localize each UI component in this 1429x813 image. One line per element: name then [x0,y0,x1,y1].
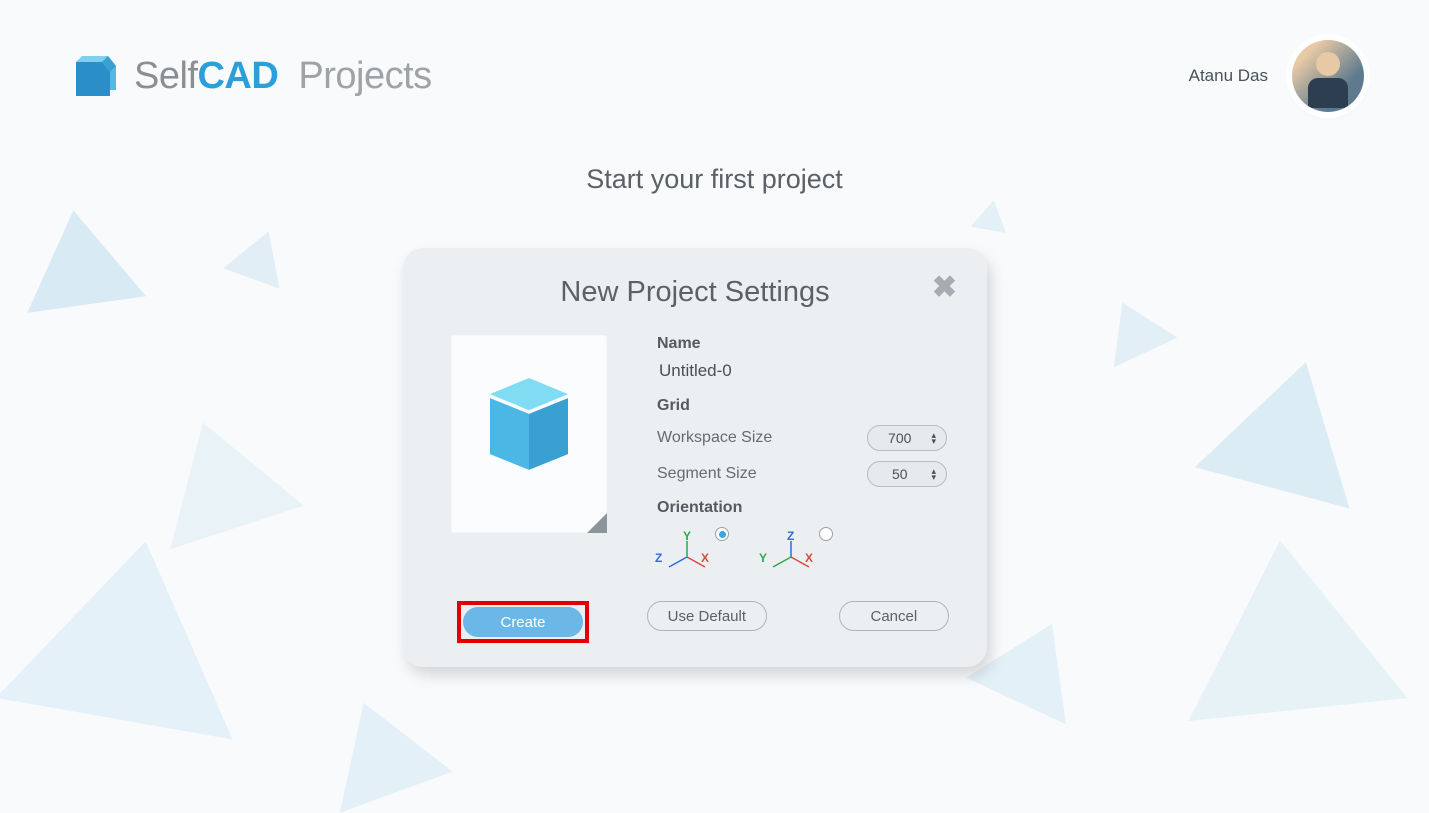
brand: SelfCAD Projects [70,50,432,102]
bg-triangle [0,521,264,740]
brand-self: Self [134,55,197,97]
segment-size-value: 50 [868,466,931,482]
user-name[interactable]: Atanu Das [1189,66,1268,86]
grid-label: Grid [657,397,947,415]
name-section: Name Untitled-0 [657,335,947,381]
bg-triangle [14,202,146,313]
form: Name Untitled-0 Grid Workspace Size 700 … [657,335,947,573]
dialog-body: Name Untitled-0 Grid Workspace Size 700 … [433,335,957,573]
stepper-arrows-icon[interactable]: ▴▾ [931,432,940,444]
dialog-title: New Project Settings [433,276,957,309]
segment-label: Segment Size [657,465,757,483]
radio-selected-icon[interactable] [715,527,729,541]
create-button-highlight: Create [457,601,589,643]
page-subtitle: Start your first project [0,164,1429,195]
workspace-label: Workspace Size [657,429,772,447]
radio-unselected-icon[interactable] [819,527,833,541]
brand-projects: Projects [298,55,431,97]
create-button[interactable]: Create [463,607,583,637]
use-default-button[interactable]: Use Default [647,601,767,631]
orientation-z-up[interactable]: Z Y X [763,531,839,573]
new-project-dialog: ✖ New Project Settings Name Untitled-0 G… [403,248,987,667]
bg-triangle [1195,342,1383,509]
bg-triangle [971,197,1012,233]
cancel-button[interactable]: Cancel [839,601,949,631]
header: SelfCAD Projects Atanu Das [0,0,1429,112]
brand-text: SelfCAD Projects [134,55,432,98]
workspace-size-value: 700 [868,430,931,446]
avatar[interactable] [1292,40,1364,112]
segment-size-input[interactable]: 50 ▴▾ [867,461,947,487]
segment-row: Segment Size 50 ▴▾ [657,461,947,487]
axes-icon: Z Y X [763,533,813,573]
bg-triangle [1171,529,1408,721]
stepper-arrows-icon[interactable]: ▴▾ [931,468,940,480]
workspace-row: Workspace Size 700 ▴▾ [657,425,947,451]
orientation-label: Orientation [657,499,947,517]
project-thumbnail [451,335,607,533]
brand-cad: CAD [197,55,278,97]
bg-triangle [1091,288,1178,367]
workspace-size-input[interactable]: 700 ▴▾ [867,425,947,451]
orientation-options: Y Z X Z Y X [657,531,947,573]
axes-icon: Y Z X [659,533,709,573]
orientation-y-up[interactable]: Y Z X [659,531,735,573]
bg-triangle [307,682,452,812]
bg-triangle [136,401,303,549]
dialog-footer: Create Use Default Cancel [433,601,957,643]
user-area: Atanu Das [1189,40,1364,112]
name-label: Name [657,335,947,353]
close-icon[interactable]: ✖ [932,270,957,305]
selfcad-logo-icon [70,50,120,102]
bg-triangle [223,221,296,289]
name-input[interactable]: Untitled-0 [657,361,947,381]
cube-icon [490,386,568,464]
